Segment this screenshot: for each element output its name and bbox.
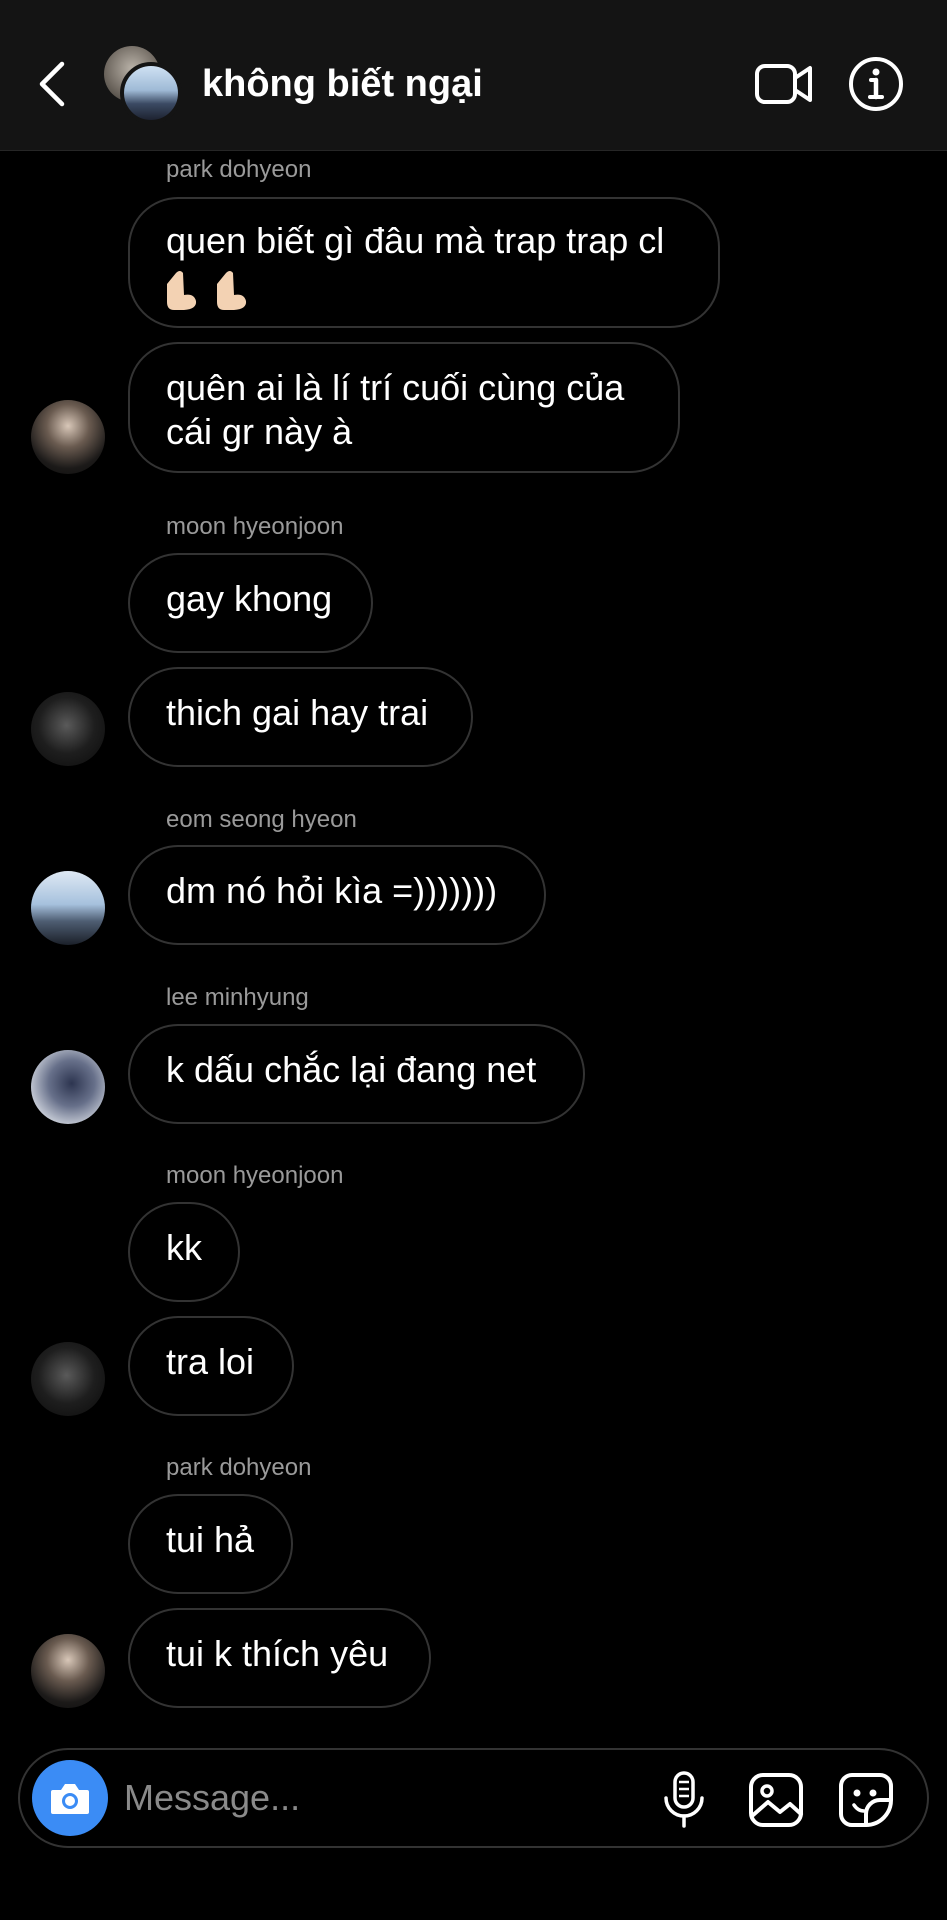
message-text: thich gai hay trai [166, 692, 429, 733]
camera-button[interactable] [32, 1760, 108, 1836]
message-text: tui k thích yêu [166, 1633, 389, 1674]
message-bubble[interactable]: tra loi [128, 1316, 294, 1416]
message-text: dm nó hỏi kìa =))))))) [166, 870, 498, 911]
info-button[interactable] [848, 56, 904, 112]
message-text: quên ai là lí trí cuối cùng của cái gr n… [166, 367, 625, 452]
message-bubble[interactable]: thich gai hay trai [128, 667, 473, 767]
message-bubble[interactable]: k dấu chắc lại đang net [128, 1024, 585, 1124]
message-input[interactable] [124, 1772, 644, 1824]
message-composer [18, 1748, 929, 1848]
sender-name: moon hyeonjoon [166, 1162, 344, 1189]
gallery-button[interactable] [746, 1770, 806, 1830]
chat-title[interactable]: không biết ngại [202, 60, 483, 108]
message-bubble[interactable]: quen biết gì đâu mà trap trap cl [128, 197, 720, 328]
message-bubble[interactable]: tui k thích yêu [128, 1608, 431, 1708]
avatar[interactable] [31, 1342, 105, 1416]
selfie-hand-icon [167, 271, 197, 311]
video-call-button[interactable] [754, 58, 814, 110]
sticker-button[interactable] [836, 1770, 896, 1830]
message-bubble[interactable]: gay khong [128, 553, 373, 653]
voice-message-button[interactable] [656, 1770, 712, 1830]
chat-header: không biết ngại [0, 0, 947, 151]
video-camera-icon [755, 64, 812, 104]
sender-name: eom seong hyeon [166, 806, 357, 833]
selfie-hand-icon [217, 271, 247, 311]
group-avatar[interactable] [104, 46, 182, 124]
message-text: k dấu chắc lại đang net [166, 1049, 537, 1090]
message-text: gay khong [166, 578, 333, 619]
sender-name: park dohyeon [166, 156, 312, 183]
avatar[interactable] [31, 1634, 105, 1708]
avatar[interactable] [31, 692, 105, 766]
avatar[interactable] [31, 1050, 105, 1124]
message-bubble[interactable]: quên ai là lí trí cuối cùng của cái gr n… [128, 342, 680, 473]
sender-name: park dohyeon [166, 1454, 312, 1481]
avatar[interactable] [31, 400, 105, 474]
message-bubble[interactable]: dm nó hỏi kìa =))))))) [128, 845, 546, 945]
chevron-left-icon [39, 61, 65, 107]
sticker-icon [839, 1773, 893, 1827]
info-icon [849, 57, 903, 111]
sender-name: moon hyeonjoon [166, 513, 344, 540]
message-text: quen biết gì đâu mà trap trap cl [166, 220, 665, 261]
group-avatar-photo-2 [120, 62, 182, 124]
image-icon [749, 1773, 803, 1827]
message-text: tui hả [166, 1519, 255, 1560]
back-button[interactable] [28, 52, 76, 116]
message-text: kk [166, 1227, 202, 1268]
sender-name: lee minhyung [166, 984, 309, 1011]
message-bubble[interactable]: tui hả [128, 1494, 293, 1594]
message-text: tra loi [166, 1341, 255, 1382]
avatar[interactable] [31, 871, 105, 945]
camera-icon [51, 1784, 89, 1814]
message-emoji [166, 265, 682, 311]
message-bubble[interactable]: kk [128, 1202, 240, 1302]
microphone-icon [664, 1771, 704, 1828]
